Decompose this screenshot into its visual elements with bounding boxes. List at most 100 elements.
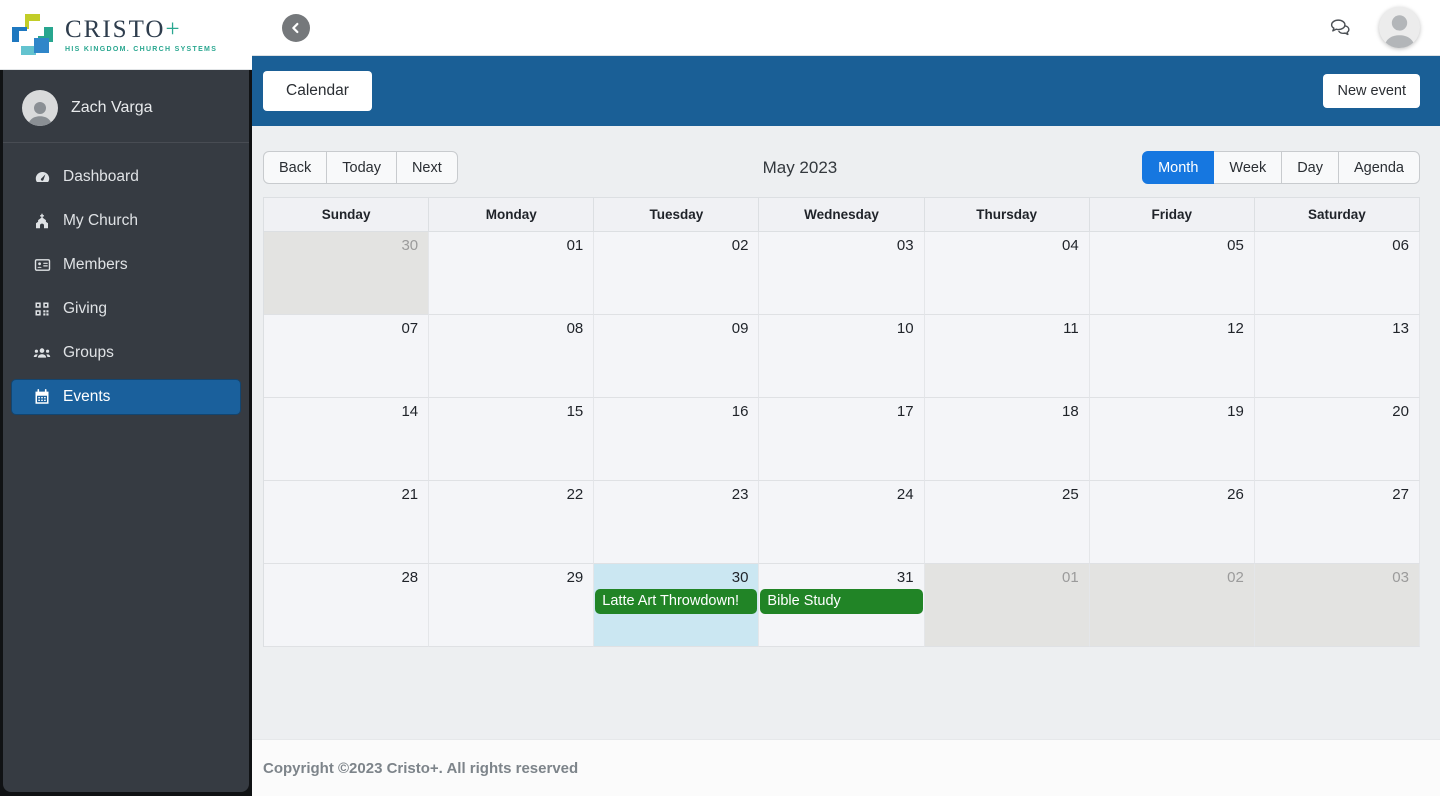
calendar-day-cell[interactable]: 06: [1254, 232, 1420, 315]
user-profile[interactable]: Zach Varga: [3, 70, 249, 143]
calendar-day-cell[interactable]: 01: [924, 564, 1090, 647]
day-number: 30: [401, 237, 419, 254]
sidebar-item-label: Members: [63, 256, 128, 273]
day-number: 03: [1392, 569, 1409, 586]
day-number: 30: [731, 569, 749, 586]
calendar-day-cell[interactable]: 21: [264, 481, 430, 564]
today-button[interactable]: Today: [326, 151, 397, 184]
main-area: Calendar New event Back Today Next May 2…: [252, 0, 1440, 796]
calendar-day-cell[interactable]: 03: [759, 232, 925, 315]
groups-icon: [33, 345, 51, 362]
page-header-bar: Calendar New event: [252, 56, 1440, 126]
sidebar-item-members[interactable]: Members: [11, 247, 241, 283]
calendar-day-cell[interactable]: 11: [924, 315, 1090, 398]
day-number: 16: [731, 403, 749, 420]
day-number: 01: [566, 237, 584, 254]
sidebar-item-giving[interactable]: Giving: [11, 291, 241, 327]
day-number: 09: [731, 320, 749, 337]
calendar-day-cell[interactable]: 30 Latte Art Throwdown!: [594, 564, 760, 647]
calendar-day-cell[interactable]: 22: [429, 481, 595, 564]
calendar-day-cell[interactable]: 20: [1254, 398, 1420, 481]
sidebar-item-label: Groups: [63, 344, 114, 361]
calendar-day-cell[interactable]: 30: [264, 232, 430, 315]
topbar: [252, 0, 1440, 56]
calendar-content: Back Today Next May 2023 Month Week Day Age…: [252, 126, 1440, 739]
calendar-day-cell[interactable]: 05: [1089, 232, 1255, 315]
event-pill[interactable]: Latte Art Throwdown!: [595, 589, 758, 614]
day-number: 14: [401, 403, 419, 420]
event-pill[interactable]: Bible Study: [760, 589, 923, 614]
view-button-day[interactable]: Day: [1281, 151, 1339, 184]
sidebar-item-label: Giving: [63, 300, 107, 317]
sidebar-menu: Dashboard My Church Members Giving Groups Eve…: [3, 159, 249, 423]
calendar-day-cell[interactable]: 02: [1089, 564, 1255, 647]
day-number: 20: [1392, 403, 1409, 420]
calendar-day-cell[interactable]: 01: [429, 232, 595, 315]
view-button-week[interactable]: Week: [1213, 151, 1283, 184]
sidebar-item-label: My Church: [63, 212, 138, 229]
calendar-day-cell[interactable]: 02: [594, 232, 760, 315]
calendar-day-cell[interactable]: 04: [924, 232, 1090, 315]
calendar-day-cell[interactable]: 09: [594, 315, 760, 398]
calendar-day-cell[interactable]: 15: [429, 398, 595, 481]
back-icon[interactable]: [282, 13, 310, 42]
brand-logo[interactable]: CRISTO+ HIS KINGDOM. CHURCH SYSTEMS: [0, 0, 252, 70]
calendar-day-cell[interactable]: 28: [264, 564, 430, 647]
calendar-day-cell[interactable]: 19: [1089, 398, 1255, 481]
weekday-header-friday: Friday: [1089, 198, 1255, 232]
day-number: 06: [1392, 237, 1409, 254]
calendar-day-cell[interactable]: 25: [924, 481, 1090, 564]
sidebar-item-dashboard[interactable]: Dashboard: [11, 159, 241, 195]
day-number: 29: [566, 569, 584, 586]
view-button-month[interactable]: Month: [1142, 151, 1215, 184]
sidebar-item-my-church[interactable]: My Church: [11, 203, 241, 239]
day-number: 04: [1062, 237, 1079, 254]
calendar-day-cell[interactable]: 23: [594, 481, 760, 564]
messages-icon[interactable]: [1329, 18, 1353, 38]
day-number: 23: [731, 486, 749, 503]
day-number: 17: [896, 403, 914, 420]
sidebar-item-label: Dashboard: [63, 168, 139, 185]
day-number: 26: [1227, 486, 1244, 503]
calendar-day-cell[interactable]: 14: [264, 398, 430, 481]
calendar-day-cell[interactable]: 13: [1254, 315, 1420, 398]
day-number: 10: [896, 320, 914, 337]
giving-icon: [33, 301, 51, 318]
calendar-day-cell[interactable]: 26: [1089, 481, 1255, 564]
day-number: 01: [1062, 569, 1079, 586]
calendar-day-cell[interactable]: 31 Bible Study: [759, 564, 925, 647]
day-number: 11: [1063, 320, 1079, 337]
calendar-day-cell[interactable]: 12: [1089, 315, 1255, 398]
calendar-tab[interactable]: Calendar: [263, 71, 372, 111]
dashboard-icon: [33, 169, 51, 186]
brand-name: CRISTO+: [65, 15, 182, 43]
calendar-day-cell[interactable]: 08: [429, 315, 595, 398]
back-button[interactable]: Back: [263, 151, 328, 184]
day-number: 22: [566, 486, 584, 503]
day-number: 02: [731, 237, 749, 254]
sidebar-item-groups[interactable]: Groups: [11, 335, 241, 371]
day-number: 25: [1062, 486, 1079, 503]
sidebar-item-events[interactable]: Events: [11, 379, 241, 415]
day-number: 15: [566, 403, 584, 420]
calendar-day-cell[interactable]: 07: [264, 315, 430, 398]
calendar-day-cell[interactable]: 10: [759, 315, 925, 398]
profile-avatar[interactable]: [1379, 7, 1420, 48]
day-number: 18: [1062, 403, 1079, 420]
calendar-grid: Sunday Monday Tuesday Wednesday Thursday Frid…: [263, 197, 1420, 647]
calendar-day-cell[interactable]: 27: [1254, 481, 1420, 564]
calendar-day-cell[interactable]: 24: [759, 481, 925, 564]
next-button[interactable]: Next: [395, 151, 458, 184]
calendar-toolbar: Back Today Next May 2023 Month Week Day Age…: [263, 151, 1420, 184]
weekday-header-wednesday: Wednesday: [759, 198, 925, 232]
calendar-day-cell[interactable]: 16: [594, 398, 760, 481]
user-avatar: [22, 90, 58, 126]
day-number: 19: [1227, 403, 1244, 420]
calendar-day-cell[interactable]: 17: [759, 398, 925, 481]
day-number: 12: [1227, 320, 1244, 337]
calendar-day-cell[interactable]: 29: [429, 564, 595, 647]
view-button-agenda[interactable]: Agenda: [1338, 151, 1420, 184]
calendar-day-cell[interactable]: 03: [1254, 564, 1420, 647]
calendar-day-cell[interactable]: 18: [924, 398, 1090, 481]
new-event-button[interactable]: New event: [1323, 74, 1420, 108]
